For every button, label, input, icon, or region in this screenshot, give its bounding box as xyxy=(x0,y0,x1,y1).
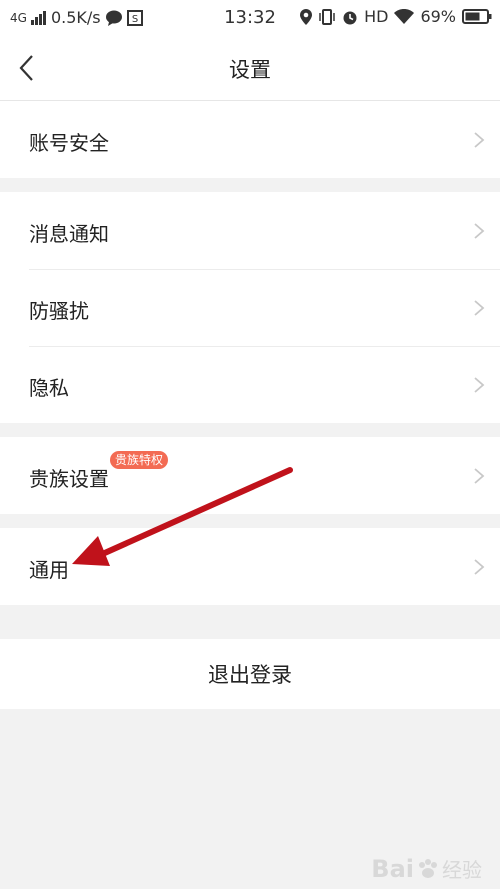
settings-group-noble: 贵族设置 贵族特权 xyxy=(0,437,500,514)
noble-privilege-badge: 贵族特权 xyxy=(110,451,169,469)
row-label: 通用 xyxy=(29,558,69,582)
settings-row-privacy[interactable]: 隐私 xyxy=(0,346,500,423)
settings-row-anti-harassment[interactable]: 防骚扰 xyxy=(0,269,500,346)
row-label: 贵族设置 xyxy=(29,467,109,491)
vibrate-icon xyxy=(318,8,336,25)
row-label: 防骚扰 xyxy=(29,299,89,323)
page-title: 设置 xyxy=(229,58,271,82)
settings-group-privacy: 消息通知 防骚扰 隐私 xyxy=(0,192,500,423)
chevron-right-icon xyxy=(474,377,485,393)
location-icon xyxy=(300,8,313,25)
chevron-right-icon xyxy=(474,132,485,148)
chevron-right-icon xyxy=(474,223,485,239)
chevron-right-icon xyxy=(474,559,485,575)
wifi-icon xyxy=(394,9,415,24)
nav-bar: 设置 xyxy=(0,36,500,101)
status-right: HD 69% xyxy=(300,7,492,26)
status-bar: 4G 0.5K/s S 13:32 HD 69% xyxy=(0,0,500,36)
paw-icon xyxy=(416,857,440,881)
row-label: 账号安全 xyxy=(29,131,109,155)
battery-percent: 69% xyxy=(420,7,456,26)
settings-group-account: 账号安全 xyxy=(0,101,500,178)
alarm-icon xyxy=(342,9,358,25)
logout-button[interactable]: 退出登录 xyxy=(0,639,500,709)
battery-icon xyxy=(462,9,492,24)
settings-row-general[interactable]: 通用 xyxy=(0,528,500,605)
settings-row-notifications[interactable]: 消息通知 xyxy=(0,192,500,269)
settings-group-general: 通用 xyxy=(0,528,500,605)
logout-label: 退出登录 xyxy=(208,663,292,687)
row-label: 消息通知 xyxy=(29,222,109,246)
hd-indicator: HD xyxy=(364,7,389,26)
settings-row-account-security[interactable]: 账号安全 xyxy=(0,101,500,178)
row-label: 隐私 xyxy=(29,376,69,400)
chevron-right-icon xyxy=(474,468,485,484)
watermark-brand: Bai xyxy=(371,854,414,883)
baidu-watermark: Bai 经验 xyxy=(371,854,482,883)
watermark-suffix: 经验 xyxy=(442,858,482,882)
settings-row-noble-settings[interactable]: 贵族设置 贵族特权 xyxy=(0,437,500,514)
chevron-right-icon xyxy=(474,300,485,316)
